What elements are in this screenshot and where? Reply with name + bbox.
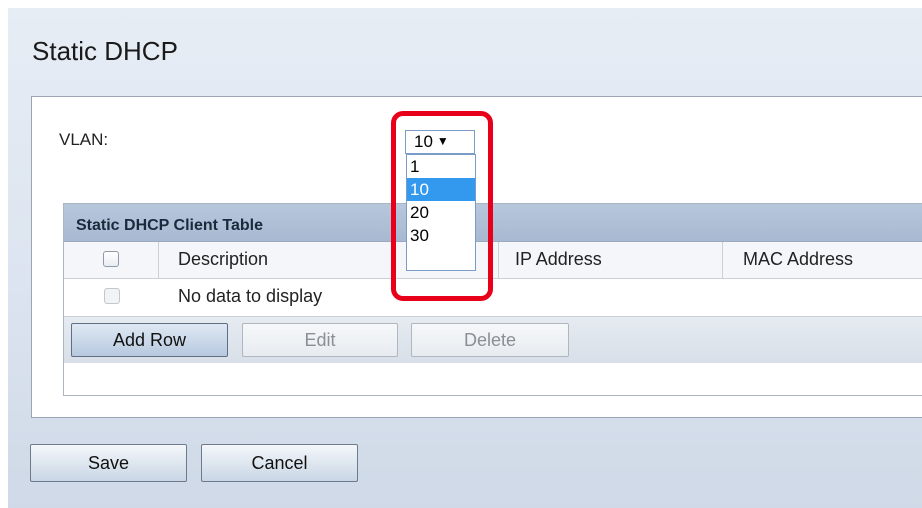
settings-panel: VLAN: 10 ▼ 1 10 20 30 Static DHCP Client …	[31, 96, 922, 418]
table-button-bar: Add Row Edit Delete	[64, 317, 922, 363]
save-button[interactable]: Save	[30, 444, 187, 482]
vlan-option-10[interactable]: 10	[407, 178, 475, 201]
page-background: Static DHCP VLAN: 10 ▼ 1 10 20 30 Static …	[8, 8, 922, 508]
dropdown-arrow-icon: ▼	[436, 134, 449, 148]
table-row: No data to display	[64, 279, 922, 317]
delete-button[interactable]: Delete	[411, 323, 569, 357]
column-header-mac-address[interactable]: MAC Address	[723, 242, 922, 278]
vlan-option-30[interactable]: 30	[407, 224, 475, 247]
table-header: Description IP Address MAC Address	[64, 242, 922, 279]
cancel-button[interactable]: Cancel	[201, 444, 358, 482]
vlan-dropdown-list: 1 10 20 30	[406, 154, 476, 271]
vlan-option-1[interactable]: 1	[407, 155, 475, 178]
vlan-label: VLAN:	[59, 130, 109, 149]
page-title: Static DHCP	[32, 36, 178, 66]
table-caption: Static DHCP Client Table	[64, 204, 922, 242]
vlan-select[interactable]: 10 ▼	[405, 130, 475, 154]
row-select-cell	[64, 279, 159, 316]
row-checkbox	[103, 288, 120, 304]
select-all-checkbox[interactable]	[103, 251, 119, 267]
static-dhcp-client-table: Static DHCP Client Table Description IP …	[63, 203, 922, 396]
edit-button[interactable]: Edit	[242, 323, 398, 357]
empty-message: No data to display	[178, 286, 323, 306]
add-row-button[interactable]: Add Row	[71, 323, 228, 357]
column-header-ip-address[interactable]: IP Address	[499, 242, 723, 278]
vlan-option-20[interactable]: 20	[407, 201, 475, 224]
vlan-selected-value: 10	[414, 132, 433, 151]
select-all-cell	[64, 242, 159, 278]
